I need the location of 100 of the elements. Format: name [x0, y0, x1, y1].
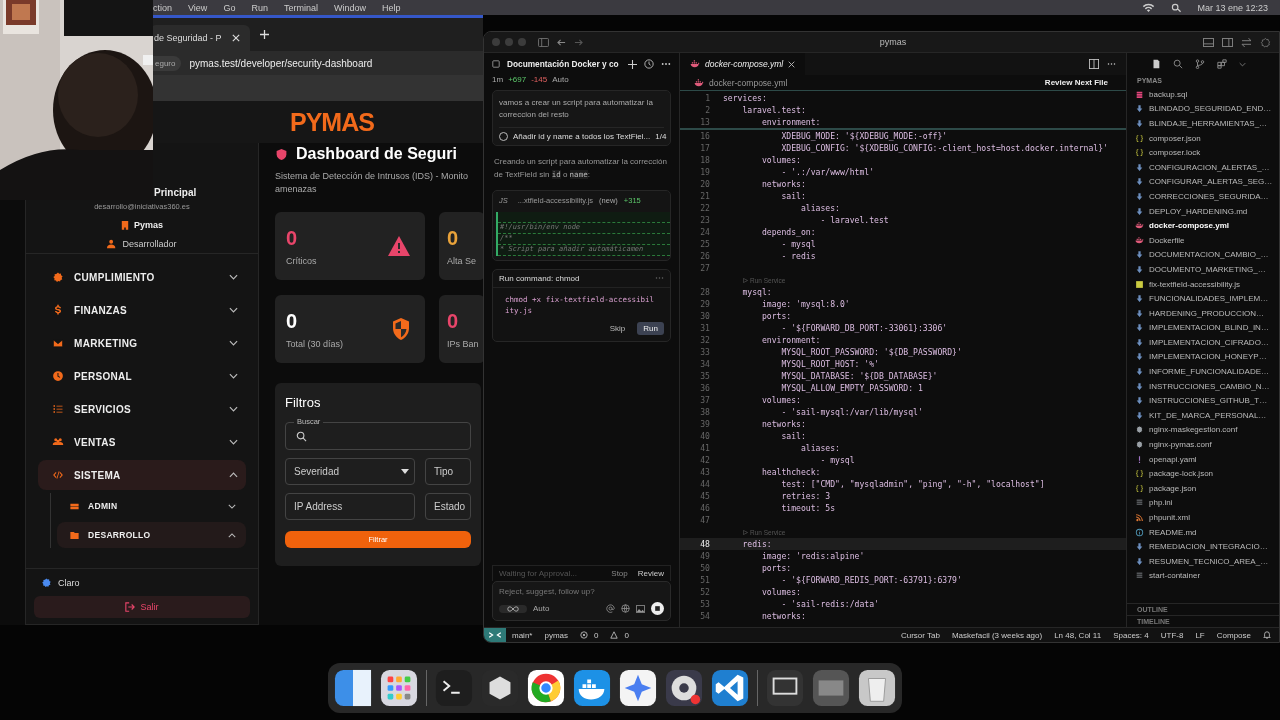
- sidebar-toggle-icon[interactable]: [538, 37, 549, 47]
- file-item[interactable]: nginx-maskegestion.conf: [1127, 422, 1279, 438]
- file-item[interactable]: composer.json: [1127, 130, 1279, 146]
- window-icon[interactable]: [812, 669, 850, 707]
- nav-subitem[interactable]: DESARROLLO: [57, 522, 246, 548]
- review-button[interactable]: Review: [637, 569, 664, 578]
- menu-item[interactable]: ction: [153, 2, 172, 13]
- file-item[interactable]: start-container: [1127, 568, 1279, 584]
- record-icon[interactable]: [665, 669, 703, 707]
- indentation[interactable]: Spaces: 4: [1113, 630, 1149, 640]
- extensions-icon[interactable]: [1217, 59, 1227, 69]
- file-item[interactable]: CONFIGURAR_ALERTAS_SEG…: [1127, 174, 1279, 190]
- swap-icon[interactable]: [1241, 37, 1252, 47]
- file-item[interactable]: RESUMEN_TECNICO_AREA_…: [1127, 554, 1279, 569]
- file-item[interactable]: README.md: [1127, 524, 1279, 540]
- close-icon[interactable]: [788, 60, 796, 68]
- security-chip[interactable]: eguro: [153, 55, 182, 71]
- file-item[interactable]: IMPLEMENTACION_BLIND_IN…: [1127, 320, 1279, 336]
- browser-tab[interactable]: de Seguridad - P: [150, 25, 250, 51]
- whale-icon[interactable]: [573, 669, 611, 707]
- new-tab-icon[interactable]: [259, 30, 269, 39]
- menu-item[interactable]: Go: [223, 2, 236, 13]
- cursor-tab-status[interactable]: Cursor Tab: [900, 630, 940, 640]
- file-item[interactable]: DOCUMENTACION_CAMBIO_…: [1127, 247, 1279, 263]
- split-editor-icon[interactable]: [1089, 59, 1099, 69]
- file-item[interactable]: CORRECCIONES_SEGURIDA…: [1127, 189, 1279, 204]
- nav-item[interactable]: PERSONAL: [38, 361, 246, 391]
- search-icon[interactable]: [1171, 2, 1182, 13]
- theme-toggle[interactable]: Claro: [58, 577, 80, 588]
- run-button[interactable]: Run: [637, 322, 664, 336]
- wifi-icon[interactable]: [1142, 2, 1156, 13]
- gear-icon[interactable]: [41, 577, 52, 588]
- file-item[interactable]: HARDENING_PRODUCCION…: [1127, 305, 1279, 321]
- file-item[interactable]: IMPLEMENTACION_CIFRADO…: [1127, 335, 1279, 350]
- file-item[interactable]: nginx-pymas.conf: [1127, 437, 1279, 452]
- url-field[interactable]: pymas.test/developer/security-dashboard: [189, 57, 373, 69]
- menu-item[interactable]: Window: [333, 2, 366, 13]
- editor-tab[interactable]: docker-compose.yml: [680, 53, 806, 75]
- history-icon[interactable]: [644, 59, 654, 69]
- file-item[interactable]: package.json: [1127, 481, 1279, 496]
- bell-icon[interactable]: [1263, 631, 1271, 639]
- branch-icon[interactable]: [1195, 59, 1205, 69]
- file-item[interactable]: DEPLOY_HARDENING.md: [1127, 203, 1279, 219]
- status-dropdown[interactable]: Estado: [425, 493, 471, 520]
- settings-icon[interactable]: [1260, 36, 1271, 48]
- file-item[interactable]: package-lock.json: [1127, 466, 1279, 482]
- severity-dropdown[interactable]: Severidad: [285, 458, 415, 485]
- nav-item[interactable]: CUMPLIMIENTO: [38, 262, 246, 292]
- error-icon[interactable]: [580, 631, 588, 639]
- error-count[interactable]: 0: [594, 630, 599, 640]
- nav-item[interactable]: MARKETING: [38, 328, 246, 358]
- menu-item[interactable]: View: [188, 2, 208, 13]
- layout-icon[interactable]: [1203, 37, 1214, 47]
- breadcrumb[interactable]: docker-compose.yml: [709, 77, 788, 88]
- file-item[interactable]: openapi.yaml: [1127, 451, 1279, 467]
- search-icon[interactable]: [1173, 59, 1183, 69]
- forward-arrow-icon[interactable]: [574, 37, 583, 47]
- file-item[interactable]: phpunit.xml: [1127, 510, 1279, 525]
- warning-icon[interactable]: [610, 631, 619, 639]
- cursor-position[interactable]: Ln 48, Col 11: [1054, 630, 1102, 640]
- file-item[interactable]: KIT_DE_MARCA_PERSONAL…: [1127, 408, 1279, 423]
- globe-icon[interactable]: [621, 604, 630, 613]
- more-icon[interactable]: [661, 62, 671, 66]
- file-item[interactable]: INFORME_FUNCIONALIDADE…: [1127, 364, 1279, 379]
- nav-subitem[interactable]: ADMIN: [57, 493, 246, 519]
- file-item[interactable]: BLINDADO_SEGURIDAD_END…: [1127, 101, 1279, 117]
- menu-item[interactable]: Help: [381, 2, 401, 13]
- at-icon[interactable]: [606, 604, 615, 613]
- file-item[interactable]: FUNCIONALIDADES_IMPLEM…: [1127, 291, 1279, 306]
- line-ending[interactable]: LF: [1195, 630, 1205, 640]
- file-item[interactable]: backup.sql: [1127, 87, 1279, 102]
- chat-title[interactable]: Documentación Docker y co: [507, 59, 621, 69]
- chat-input[interactable]: Reject, suggest, follow up? Auto: [492, 581, 671, 621]
- file-item[interactable]: DOCUMENTO_MARKETING_…: [1127, 262, 1279, 277]
- files-icon[interactable]: [1151, 59, 1161, 69]
- git-branch[interactable]: main*: [512, 630, 533, 640]
- code-editor-icon[interactable]: [711, 669, 749, 707]
- browser-icon[interactable]: [527, 669, 565, 707]
- remote-icon[interactable]: [484, 628, 506, 642]
- file-item[interactable]: composer.lock: [1127, 145, 1279, 160]
- file-item[interactable]: fix-textfield-accessibility.js: [1127, 276, 1279, 292]
- encoding[interactable]: UTF-8: [1160, 630, 1184, 640]
- layout-icon[interactable]: [1222, 37, 1233, 47]
- ip-address-field[interactable]: IP Address: [285, 493, 415, 520]
- app-icon[interactable]: [334, 669, 372, 707]
- menu-item[interactable]: Terminal: [283, 2, 318, 13]
- review-next-button[interactable]: Review Next File: [1038, 77, 1114, 88]
- stop-icon[interactable]: [651, 602, 664, 615]
- git-blame[interactable]: Maskefacil (3 weeks ago): [951, 630, 1043, 640]
- menu-item[interactable]: Run: [251, 2, 268, 13]
- logout-button[interactable]: Salir: [34, 596, 250, 618]
- warning-count[interactable]: 0: [624, 630, 629, 640]
- file-item[interactable]: INSTRUCCIONES_CAMBIO_N…: [1127, 378, 1279, 394]
- file-item[interactable]: BLINDAJE_HERRAMIENTAS_…: [1127, 116, 1279, 131]
- monitor-icon[interactable]: [766, 669, 804, 707]
- clock[interactable]: Mar 13 ene 12:23: [1197, 2, 1268, 13]
- back-arrow-icon[interactable]: [557, 37, 566, 47]
- file-item[interactable]: CONFIGURACION_ALERTAS_…: [1127, 159, 1279, 175]
- nav-item[interactable]: SERVICIOS: [38, 394, 246, 424]
- image-icon[interactable]: [636, 604, 645, 613]
